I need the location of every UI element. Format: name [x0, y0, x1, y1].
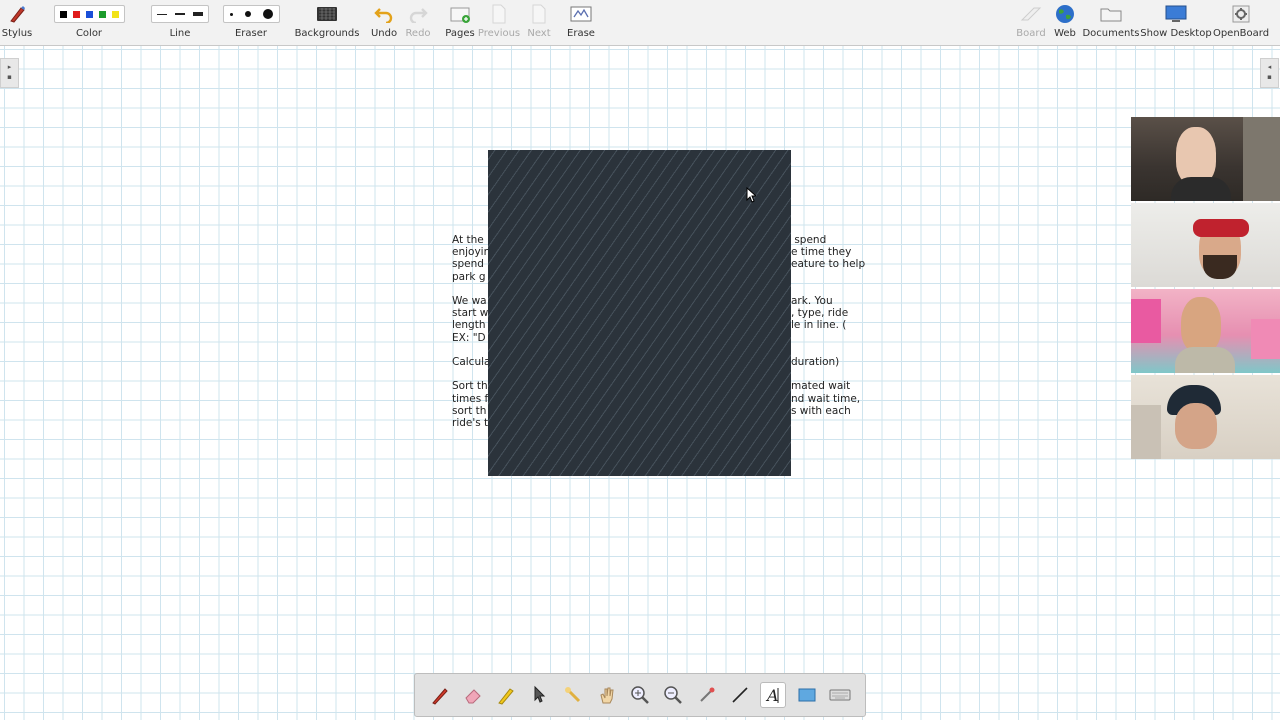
line-thin[interactable]	[157, 13, 167, 15]
pointer-icon	[534, 685, 546, 703]
board-icon	[1020, 7, 1042, 21]
eraser-large[interactable]	[262, 9, 273, 19]
dock-keyboard-button[interactable]	[827, 682, 853, 708]
keyboard-icon	[829, 689, 851, 701]
color-palette[interactable]: Color	[40, 0, 138, 46]
show-desktop-button[interactable]: Show Desktop	[1140, 0, 1212, 46]
erase-button[interactable]: Erase	[566, 0, 596, 46]
zoom-in-icon	[631, 686, 649, 704]
pages-button[interactable]: Pages	[444, 0, 476, 46]
line-medium[interactable]	[175, 13, 185, 15]
gear-icon	[1232, 5, 1250, 23]
dock-laser-button[interactable]	[560, 682, 586, 708]
participant-video-2	[1131, 203, 1280, 287]
zoom-out-icon	[664, 686, 683, 704]
undo-button[interactable]: Undo	[369, 0, 399, 46]
dock-text-button[interactable]: A	[760, 682, 787, 708]
redo-button[interactable]: Redo	[403, 0, 433, 46]
document-text-left: At the enjoyin spend park g We wa start …	[452, 234, 491, 430]
text-icon: A	[765, 686, 779, 705]
stylus-icon	[10, 6, 25, 23]
backgrounds-button[interactable]: Backgrounds	[295, 0, 359, 46]
dock-screen-capture-button[interactable]	[794, 682, 820, 708]
erase-board-icon	[570, 6, 592, 22]
documents-button[interactable]: Documents	[1082, 0, 1140, 46]
line-icon	[732, 687, 748, 703]
next-page-icon	[532, 4, 546, 24]
dock-line-button[interactable]	[727, 682, 753, 708]
top-toolbar: Stylus Color Line Eraser Backgrounds Und…	[0, 0, 1280, 46]
dock-eraser-button[interactable]	[460, 682, 486, 708]
line-thick[interactable]	[193, 12, 203, 16]
web-button[interactable]: Web	[1052, 0, 1078, 46]
participant-video-3	[1131, 289, 1280, 373]
line-width-selector[interactable]: Line	[150, 0, 210, 46]
dock-pointer-button[interactable]	[527, 682, 553, 708]
eraser-size-selector[interactable]: Eraser	[221, 0, 281, 46]
backgrounds-icon	[317, 7, 337, 21]
pen-icon	[431, 688, 448, 705]
board-mode-button[interactable]: Board	[1015, 0, 1047, 46]
participant-video-4	[1131, 375, 1280, 459]
dock-hand-button[interactable]	[594, 682, 620, 708]
previous-page-icon	[492, 4, 506, 24]
mouse-cursor-icon	[746, 186, 758, 207]
dock-zoom-out-button[interactable]	[660, 682, 686, 708]
svg-text:A: A	[765, 686, 779, 705]
folder-icon	[1100, 8, 1122, 22]
redo-icon	[409, 8, 428, 23]
left-panel-toggle[interactable]: ▸ ▪	[0, 58, 19, 88]
desktop-icon	[1165, 5, 1187, 22]
dock-zoom-in-button[interactable]	[627, 682, 653, 708]
color-black[interactable]	[59, 10, 67, 18]
screen-capture-icon	[798, 688, 816, 702]
globe-icon	[1056, 5, 1074, 23]
laser-pointer-icon	[565, 687, 581, 703]
right-panel-toggle[interactable]: ◂ ▪	[1260, 58, 1279, 88]
color-green[interactable]	[98, 10, 106, 18]
hand-icon	[599, 687, 614, 704]
color-blue[interactable]	[85, 10, 93, 18]
openboard-menu-button[interactable]: OpenBoard	[1213, 0, 1269, 46]
eraser-small[interactable]	[229, 12, 233, 16]
undo-icon	[374, 8, 393, 23]
document-text-right: spend e time they eature to help ark. Yo…	[791, 234, 866, 417]
dock-highlighter-button[interactable]	[493, 682, 519, 708]
eraser-icon	[465, 689, 481, 704]
next-page-button[interactable]: Next	[523, 0, 555, 46]
dock-pen-button[interactable]	[427, 682, 453, 708]
add-page-icon	[450, 7, 470, 23]
eraser-medium[interactable]	[244, 11, 251, 17]
stylus-button[interactable]: Stylus	[2, 0, 32, 46]
color-red[interactable]	[72, 10, 80, 18]
floating-tool-dock: A	[414, 673, 866, 717]
dock-capture-button[interactable]	[694, 682, 720, 708]
previous-page-button[interactable]: Previous	[478, 0, 520, 46]
capture-icon	[699, 687, 715, 702]
highlighter-icon	[498, 688, 515, 705]
participant-video-1	[1131, 117, 1280, 201]
color-yellow[interactable]	[111, 10, 119, 18]
